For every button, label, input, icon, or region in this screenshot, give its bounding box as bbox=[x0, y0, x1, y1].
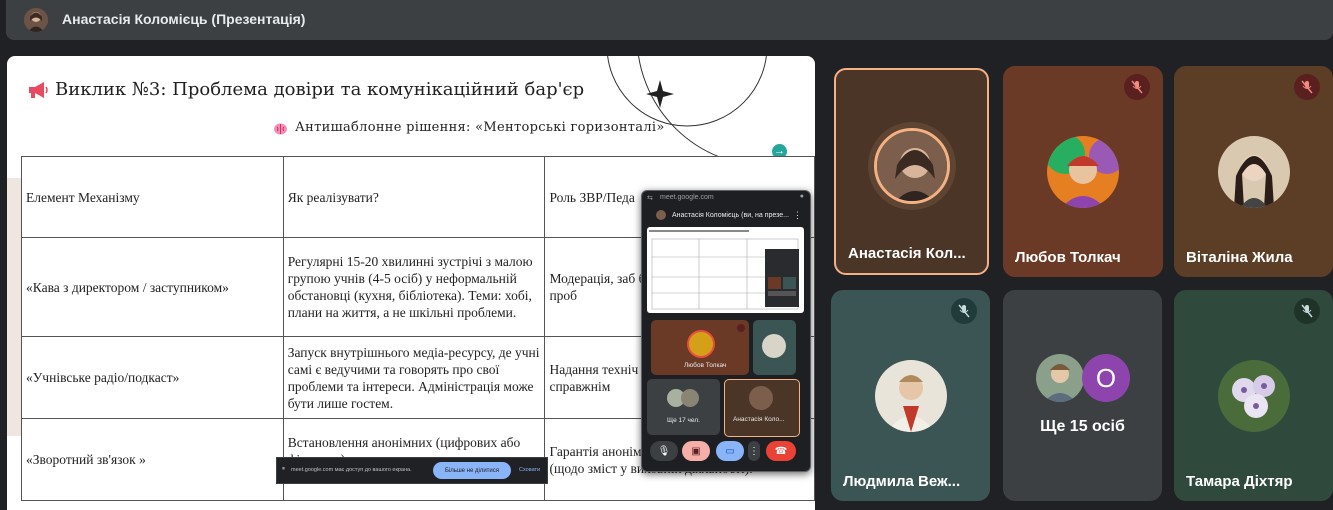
hide-button[interactable]: Сховати bbox=[519, 467, 540, 473]
stop-sharing-button[interactable]: Більше не ділитися bbox=[433, 462, 511, 479]
leave-call-button[interactable]: ☎ bbox=[766, 441, 796, 461]
mic-small-icon: ● bbox=[799, 193, 804, 200]
participant-tile-tamara[interactable]: Тамара Діхтяр bbox=[1174, 290, 1333, 501]
avatar bbox=[1036, 354, 1084, 402]
mic-off-icon bbox=[1294, 74, 1320, 100]
slide-heading: Виклик №3: Проблема довіри та комунікаці… bbox=[55, 79, 585, 100]
camera-off-icon: ▣ bbox=[691, 445, 701, 457]
initial-avatar: О bbox=[1082, 354, 1130, 402]
drag-handle-icon[interactable]: ⏸ bbox=[282, 466, 285, 473]
participant-tile-anastasia[interactable]: Анастасія Кол... bbox=[834, 68, 989, 275]
avatar bbox=[1218, 360, 1290, 432]
participant-tile-vitalina[interactable]: Віталіна Жила bbox=[1174, 66, 1333, 277]
mic-button[interactable]: 🎙 bbox=[650, 441, 678, 461]
presenter-avatar bbox=[24, 8, 48, 32]
present-icon: ▭ bbox=[725, 445, 735, 457]
presenter-title: Анастасія Коломієць (Презентація) bbox=[62, 11, 306, 27]
mini-tile-name: Ще 17 чел. bbox=[667, 417, 700, 424]
mini-presenter-avatar bbox=[656, 210, 666, 220]
mini-tile-name: Анастасія Коло... bbox=[733, 416, 785, 423]
camera-off-button[interactable]: ▣ bbox=[682, 441, 710, 461]
participant-name: Віталіна Жила bbox=[1186, 249, 1293, 266]
screen-share-toast: ⏸ meet.google.com має доступ до вашого е… bbox=[276, 457, 548, 484]
mic-off-icon bbox=[737, 324, 745, 332]
more-button[interactable]: ⋮ bbox=[748, 441, 760, 461]
mini-slide-thumbnail bbox=[647, 227, 804, 313]
brain-icon bbox=[274, 123, 287, 135]
mic-icon: 🎙 bbox=[657, 445, 671, 457]
slide-subheading: Антишаблонне рішення: «Менторські горизо… bbox=[295, 120, 665, 135]
table-header-cell: Елемент Механізму bbox=[21, 156, 284, 238]
mini-tile-anastasia: Анастасія Коло... bbox=[724, 379, 800, 437]
mini-tile-name: Любов Толкач bbox=[684, 362, 727, 369]
meet-mini-window[interactable]: ⇆ meet.google.com ● Анастасія Коломієць … bbox=[641, 190, 811, 472]
table-cell: Регулярні 15-20 хвилинні зустрічі з мало… bbox=[282, 237, 546, 337]
mini-tile-others: Ще 17 чел. bbox=[647, 379, 720, 435]
presenter-bar: Анастасія Коломієць (Презентація) bbox=[6, 0, 1333, 40]
mic-off-icon bbox=[951, 298, 977, 324]
avatar bbox=[874, 128, 950, 204]
participant-name: Тамара Діхтяр bbox=[1186, 473, 1293, 490]
mini-presenter-name: Анастасія Коломієць (ви, на презе... bbox=[672, 212, 789, 219]
back-icon[interactable]: ⇆ bbox=[647, 194, 653, 202]
participant-name: Анастасія Кол... bbox=[848, 245, 966, 262]
more-options-icon[interactable]: ⋮ bbox=[793, 210, 802, 221]
participant-name: Любов Толкач bbox=[1015, 249, 1121, 266]
mini-tile-participant bbox=[753, 320, 796, 375]
table-cell: «Зворотний зв'язок » bbox=[21, 418, 284, 501]
mini-avatar bbox=[762, 334, 786, 358]
participant-tile-lyudmyla[interactable]: Людмила Веж... bbox=[831, 290, 990, 501]
table-cell: Запуск внутрішнього медіа-ресурсу, де уч… bbox=[282, 336, 546, 419]
avatar bbox=[875, 360, 947, 432]
table-cell: «Учнівське радіо/подкаст» bbox=[21, 336, 284, 419]
avatar bbox=[1218, 136, 1290, 208]
mini-window-url: meet.google.com bbox=[660, 194, 714, 201]
hang-up-icon: ☎ bbox=[774, 445, 788, 457]
mini-avatar bbox=[681, 389, 699, 407]
table-header-cell: Як реалізувати? bbox=[282, 156, 546, 238]
mini-avatar bbox=[687, 330, 715, 358]
participant-name: Людмила Веж... bbox=[843, 473, 961, 490]
mic-off-icon bbox=[1124, 74, 1150, 100]
mic-off-icon bbox=[1294, 298, 1320, 324]
more-participants-label: Ще 15 осіб bbox=[1040, 418, 1125, 435]
participant-tile-more[interactable]: О Ще 15 осіб bbox=[1003, 290, 1162, 501]
mini-tile-lyubov: Любов Толкач bbox=[651, 320, 749, 375]
megaphone-icon bbox=[29, 82, 48, 98]
table-cell: «Кава з директором / заступником» bbox=[21, 237, 284, 337]
mini-avatar bbox=[749, 386, 773, 410]
more-vert-icon: ⋮ bbox=[749, 445, 759, 457]
present-button[interactable]: ▭ bbox=[716, 441, 744, 461]
toast-text: meet.google.com має доступ до вашого екр… bbox=[291, 467, 412, 473]
participant-tile-lyubov[interactable]: Любов Толкач bbox=[1003, 66, 1163, 277]
avatar bbox=[1047, 136, 1119, 208]
